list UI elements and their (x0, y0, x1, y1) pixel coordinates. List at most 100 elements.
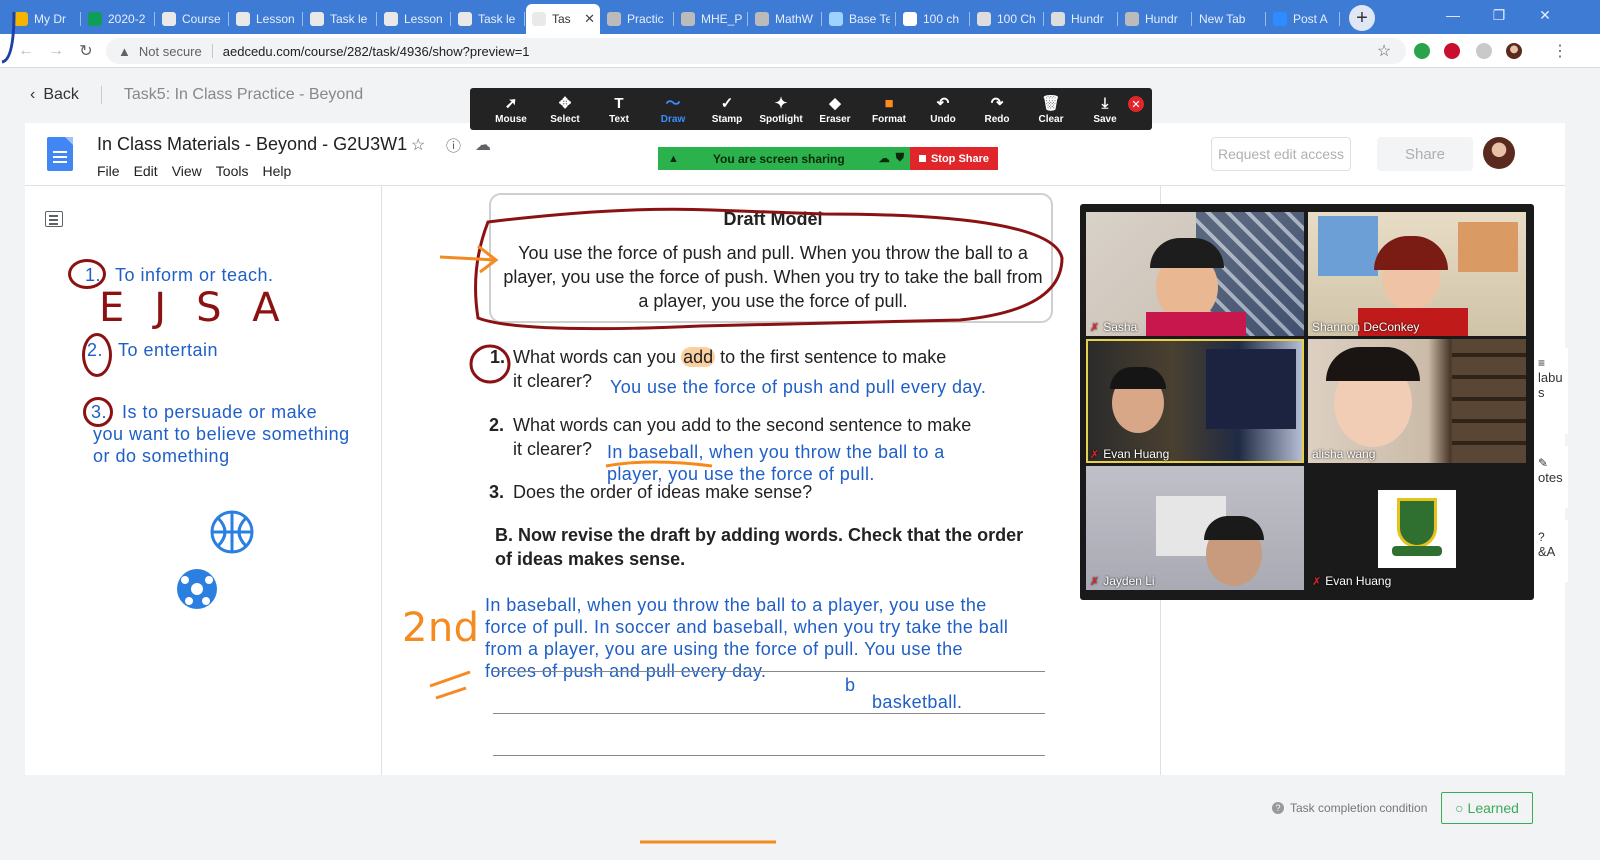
learned-button[interactable]: ○ Learned (1441, 792, 1533, 824)
menu-edit[interactable]: Edit (134, 163, 158, 179)
browser-tab[interactable]: My Dr (8, 4, 81, 34)
classroom-icon (384, 12, 398, 26)
participant-tile[interactable]: ✗ Jayden Li (1086, 466, 1304, 590)
puzzle-extensions-icon[interactable] (1476, 43, 1492, 59)
back-link[interactable]: ‹ Back (30, 86, 79, 104)
document-title[interactable]: In Class Materials - Beyond - G2U3W1 (97, 134, 407, 155)
browser-tab[interactable]: Task le (304, 4, 377, 34)
browser-tab[interactable]: Base Te (823, 4, 896, 34)
browser-tab[interactable]: MHE_P (675, 4, 748, 34)
tab-label: Task le (330, 12, 368, 26)
second-annotation: 2nd (402, 605, 480, 651)
ublock-icon[interactable] (1444, 43, 1460, 59)
zoom-tool-format[interactable]: ■ Format (862, 89, 916, 129)
close-window-icon[interactable]: ✕ (1522, 0, 1568, 30)
classroom-icon (236, 12, 250, 26)
browser-tab[interactable]: Lesson (378, 4, 451, 34)
zoom-tool-undo[interactable]: ↶ Undo (916, 89, 970, 129)
zoom-tool-select[interactable]: ✥ Select (538, 89, 592, 129)
browser-tab[interactable]: 100 ch (897, 4, 970, 34)
sharing-label: You are screen sharing (712, 151, 845, 166)
browser-tab-bar: My Dr 2020-2 Course Lesson Task le Lesson Task… (0, 0, 1600, 34)
toy-icon (829, 12, 843, 26)
info-icon[interactable]: ⓘ (446, 135, 461, 156)
forward-arrow-icon[interactable]: → (44, 40, 68, 62)
q3-number: 3. (489, 482, 505, 502)
participant-tile[interactable]: ✗ Sasha (1086, 212, 1304, 336)
side-panel-notes[interactable]: ✎ otes (1536, 446, 1568, 508)
browser-tab[interactable]: Practic (601, 4, 674, 34)
close-icon[interactable]: ✕ (1128, 96, 1144, 112)
muted-mic-icon: ✗ (1090, 575, 1100, 588)
browser-tab[interactable]: 2020-2 (82, 4, 155, 34)
not-secure-label[interactable]: Not secure (139, 44, 202, 59)
extension-green-icon[interactable] (1414, 43, 1430, 59)
menu-file[interactable]: File (97, 163, 120, 179)
minimize-icon[interactable]: — (1430, 0, 1476, 30)
url-text[interactable]: aedcedu.com/course/282/task/4936/show?pr… (223, 44, 530, 59)
zoom-tool-redo[interactable]: ↷ Redo (970, 89, 1024, 129)
profile-avatar[interactable] (1506, 43, 1522, 59)
bookmark-star-icon[interactable]: ☆ (1372, 40, 1396, 62)
browser-tab[interactable]: Task le (452, 4, 525, 34)
cloud-status-icon[interactable]: ☁ (475, 135, 491, 155)
sharing-status[interactable]: ▲ You are screen sharing ☁ ⛊ (658, 147, 910, 170)
warning-icon[interactable]: ▲ (118, 44, 131, 59)
zoom-tool-eraser[interactable]: ◆ Eraser (808, 89, 862, 129)
zoom-tool-stamp[interactable]: ✓ Stamp (700, 89, 754, 129)
tab-label: Tas (552, 12, 571, 26)
close-tab-icon[interactable]: ✕ (584, 11, 595, 27)
q1-text-b: to the first sentence to make (720, 347, 947, 367)
stop-share-button[interactable]: Stop Share (910, 147, 998, 170)
task-completion-condition[interactable]: ? Task completion condition (1272, 801, 1427, 815)
zoom-toolbar-close[interactable]: ✕ (1128, 96, 1144, 112)
new-tab-button[interactable]: + (1349, 5, 1375, 31)
menu-view[interactable]: View (172, 163, 202, 179)
window (1206, 349, 1296, 429)
shield-icon (1397, 498, 1437, 548)
hair (1204, 516, 1264, 540)
menu-help[interactable]: Help (262, 163, 291, 179)
more-menu-icon[interactable]: ⋮ (1548, 40, 1572, 62)
participant-tile-active-speaker[interactable]: ✗ Evan Huang (1086, 339, 1304, 463)
learned-label: Learned (1467, 800, 1519, 816)
q1-number: 1. (490, 347, 506, 367)
menu-tools[interactable]: Tools (216, 163, 249, 179)
share-button[interactable]: Share (1377, 137, 1473, 171)
browser-tab[interactable]: New Tab (1193, 4, 1266, 34)
tab-label: Task le (478, 12, 516, 26)
back-arrow-icon[interactable]: ← (14, 40, 38, 62)
zoom-tool-spotlight[interactable]: ✦ Spotlight (754, 89, 808, 129)
browser-tab[interactable]: Post A (1267, 4, 1340, 34)
question-1: What words can you add to the first sent… (513, 345, 946, 369)
browser-tab[interactable]: Lesson (230, 4, 303, 34)
browser-tab[interactable]: Hundr (1045, 4, 1118, 34)
zoom-tool-text[interactable]: T Text (592, 89, 646, 129)
browser-tab[interactable]: Course (156, 4, 229, 34)
participant-tile[interactable]: alisha wang (1308, 339, 1526, 463)
url-bar[interactable]: ▲ Not secure aedcedu.com/course/282/task… (106, 38, 1406, 64)
participant-name: ✗ Sasha (1090, 320, 1138, 334)
docs-user-avatar[interactable] (1483, 137, 1515, 169)
browser-tab[interactable]: Hundr (1119, 4, 1192, 34)
muted-mic-icon: ✗ (1090, 448, 1100, 461)
browser-tab[interactable]: MathW (749, 4, 822, 34)
zoom-tool-clear[interactable]: 🗑 Clear (1024, 89, 1078, 129)
document-outline-icon[interactable] (45, 211, 63, 227)
browser-tab[interactable]: Tas ✕ (526, 4, 600, 34)
revision-line-3: from a player, you are using the force o… (485, 639, 963, 659)
request-edit-access-button[interactable]: Request edit access (1211, 137, 1351, 171)
zoom-tool-save[interactable]: ⤓ Save (1078, 89, 1132, 129)
participant-tile[interactable]: Shannon DeConkey (1308, 212, 1526, 336)
reload-icon[interactable]: ↻ (74, 40, 98, 62)
restore-icon[interactable]: ❐ (1476, 0, 1522, 30)
docs-logo-icon[interactable] (47, 137, 73, 171)
browser-tab[interactable]: 100 Ch (971, 4, 1044, 34)
zoom-tool-draw[interactable]: 〜 Draw (646, 89, 700, 129)
participant-tile[interactable]: ✗ Evan Huang (1308, 466, 1526, 590)
url-separator (211, 44, 213, 58)
zoom-tool-mouse[interactable]: ➚ Mouse (484, 89, 538, 129)
star-icon[interactable]: ☆ (411, 135, 425, 155)
side-panel-qa[interactable]: ? &A (1536, 520, 1568, 582)
side-panel-syllabus[interactable]: ≡ labu s (1536, 348, 1568, 434)
